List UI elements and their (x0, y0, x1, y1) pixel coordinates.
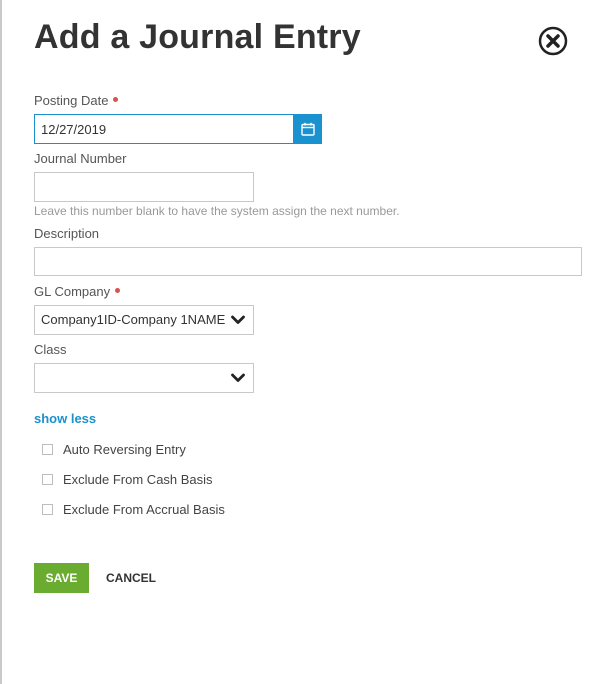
posting-date-input[interactable] (34, 114, 294, 144)
gl-company-label: GL Company (34, 284, 121, 299)
gl-company-selected-value: Company1ID-Company 1NAME (41, 312, 226, 327)
dialog-title: Add a Journal Entry (34, 18, 361, 56)
exclude-accrual-basis-option[interactable]: Exclude From Accrual Basis (42, 501, 225, 517)
date-picker-button[interactable] (293, 114, 322, 144)
save-button[interactable]: SAVE (34, 563, 89, 593)
description-input[interactable] (34, 247, 582, 276)
posting-date-label: Posting Date (34, 93, 119, 108)
required-indicator (115, 288, 121, 294)
journal-number-label: Journal Number (34, 151, 127, 166)
required-indicator (113, 97, 119, 103)
journal-number-input[interactable] (34, 172, 254, 202)
posting-date-label-text: Posting Date (34, 93, 109, 108)
gl-company-label-text: GL Company (34, 284, 111, 299)
calendar-icon (300, 122, 315, 136)
exclude-cash-basis-checkbox[interactable] (42, 473, 53, 485)
chevron-down-icon (231, 373, 245, 382)
exclude-cash-basis-option[interactable]: Exclude From Cash Basis (42, 471, 213, 487)
gl-company-select[interactable]: Company1ID-Company 1NAME (34, 305, 254, 335)
close-icon (538, 26, 568, 56)
class-label: Class (34, 342, 67, 357)
exclude-accrual-basis-label: Exclude From Accrual Basis (63, 501, 225, 517)
description-label: Description (34, 226, 100, 241)
cancel-button[interactable]: CANCEL (106, 563, 156, 593)
chevron-down-icon (231, 315, 245, 324)
class-select[interactable] (34, 363, 254, 393)
show-less-link[interactable]: show less (34, 411, 96, 426)
close-button[interactable] (538, 26, 568, 56)
auto-reversing-entry-checkbox[interactable] (42, 443, 53, 455)
auto-reversing-entry-label: Auto Reversing Entry (63, 441, 186, 457)
exclude-accrual-basis-checkbox[interactable] (42, 503, 53, 515)
add-journal-entry-dialog: Add a Journal Entry Posting Date Journal… (0, 0, 600, 684)
exclude-cash-basis-label: Exclude From Cash Basis (63, 471, 213, 487)
journal-number-hint: Leave this number blank to have the syst… (34, 204, 400, 218)
auto-reversing-entry-option[interactable]: Auto Reversing Entry (42, 441, 186, 457)
